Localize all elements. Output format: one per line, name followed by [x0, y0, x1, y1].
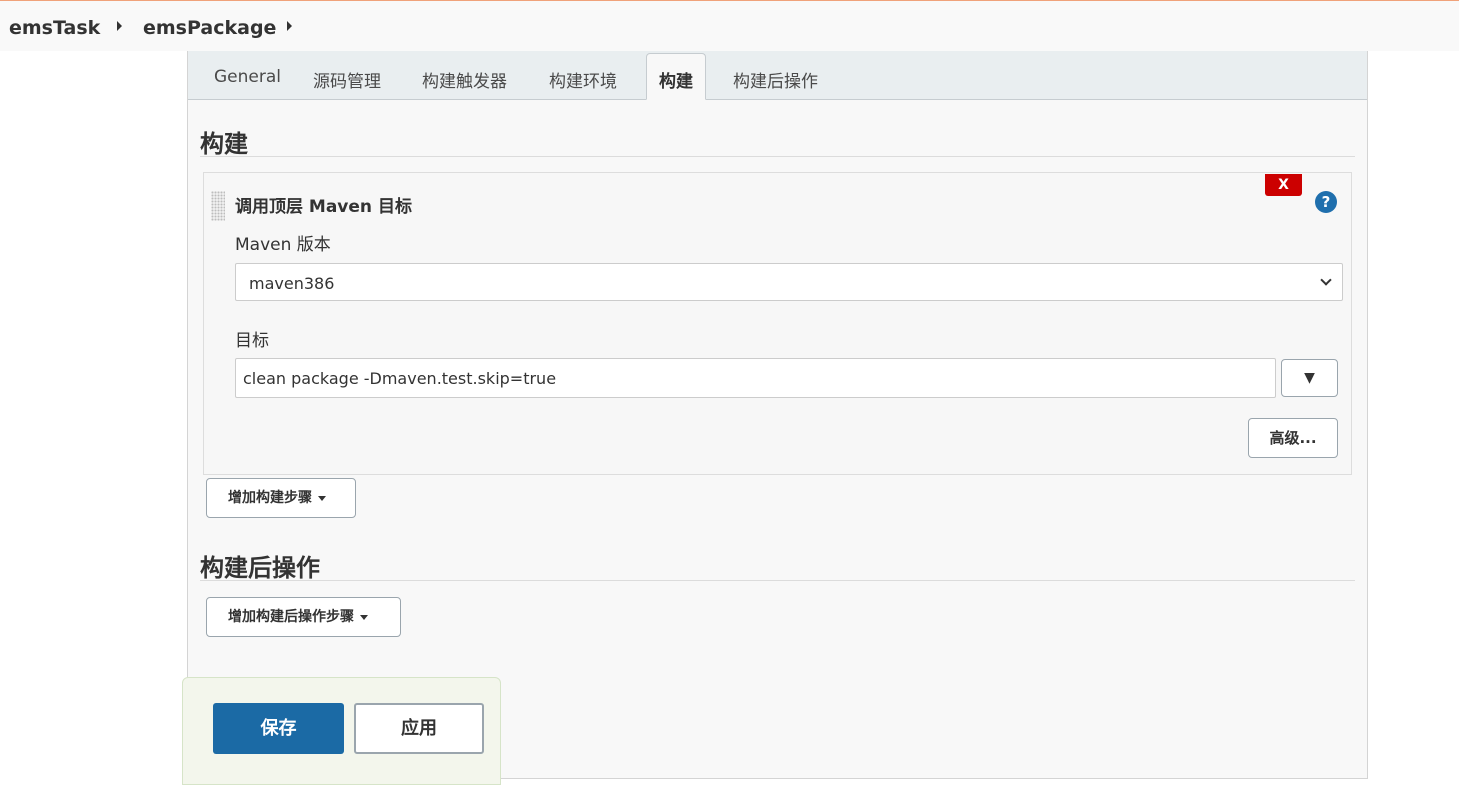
- chevron-down-icon: [1320, 274, 1332, 286]
- breadcrumb-item-emspackage[interactable]: emsPackage: [143, 17, 276, 39]
- goals-label: 目标: [235, 331, 269, 351]
- save-button[interactable]: 保存: [213, 703, 344, 754]
- advanced-button[interactable]: 高级...: [1248, 418, 1338, 458]
- maven-version-value: maven386: [249, 274, 335, 293]
- form-actions-bar: 保存 应用: [182, 677, 501, 785]
- add-post-build-step-button[interactable]: 增加构建后操作步骤: [206, 597, 401, 637]
- section-divider: [200, 580, 1355, 581]
- maven-version-select[interactable]: maven386: [235, 263, 1343, 301]
- add-post-build-step-label: 增加构建后操作步骤: [228, 609, 354, 625]
- maven-version-label: Maven 版本: [235, 235, 331, 255]
- build-section-title: 构建: [200, 130, 248, 158]
- expand-goals-button[interactable]: ▼: [1281, 359, 1338, 397]
- tab-post-build-actions[interactable]: 构建后操作: [733, 67, 818, 92]
- tab-bar: General 源码管理 构建触发器 构建环境 构建 构建后操作: [188, 51, 1367, 100]
- caret-down-icon: [318, 495, 326, 501]
- add-build-step-button[interactable]: 增加构建步骤: [206, 478, 356, 518]
- config-panel: General 源码管理 构建触发器 构建环境 构建 构建后操作 构建 调用顶层…: [187, 51, 1368, 779]
- drag-handle-icon[interactable]: [211, 191, 225, 221]
- tab-build-triggers[interactable]: 构建触发器: [422, 67, 507, 92]
- breadcrumb-chevron-icon[interactable]: [117, 21, 122, 31]
- breadcrumb-chevron-icon[interactable]: [287, 21, 292, 31]
- tab-build-environment[interactable]: 构建环境: [549, 67, 617, 92]
- section-divider: [200, 156, 1355, 157]
- maven-build-step: 调用顶层 Maven 目标 X ? Maven 版本 maven386 目标 c…: [203, 172, 1352, 475]
- tab-source-management[interactable]: 源码管理: [313, 67, 381, 92]
- caret-down-icon: [360, 614, 368, 620]
- breadcrumb-item-emstask[interactable]: emsTask: [9, 17, 100, 39]
- step-title: 调用顶层 Maven 目标: [235, 197, 412, 217]
- tab-build[interactable]: 构建: [646, 53, 706, 100]
- goals-input[interactable]: clean package -Dmaven.test.skip=true: [235, 358, 1276, 398]
- tab-general[interactable]: General: [214, 67, 281, 87]
- delete-step-button[interactable]: X: [1265, 174, 1302, 196]
- post-build-section-title: 构建后操作: [200, 554, 320, 582]
- apply-button[interactable]: 应用: [354, 703, 484, 754]
- breadcrumb: emsTask emsPackage: [0, 0, 1459, 51]
- help-icon[interactable]: ?: [1315, 191, 1337, 213]
- add-build-step-label: 增加构建步骤: [228, 490, 312, 506]
